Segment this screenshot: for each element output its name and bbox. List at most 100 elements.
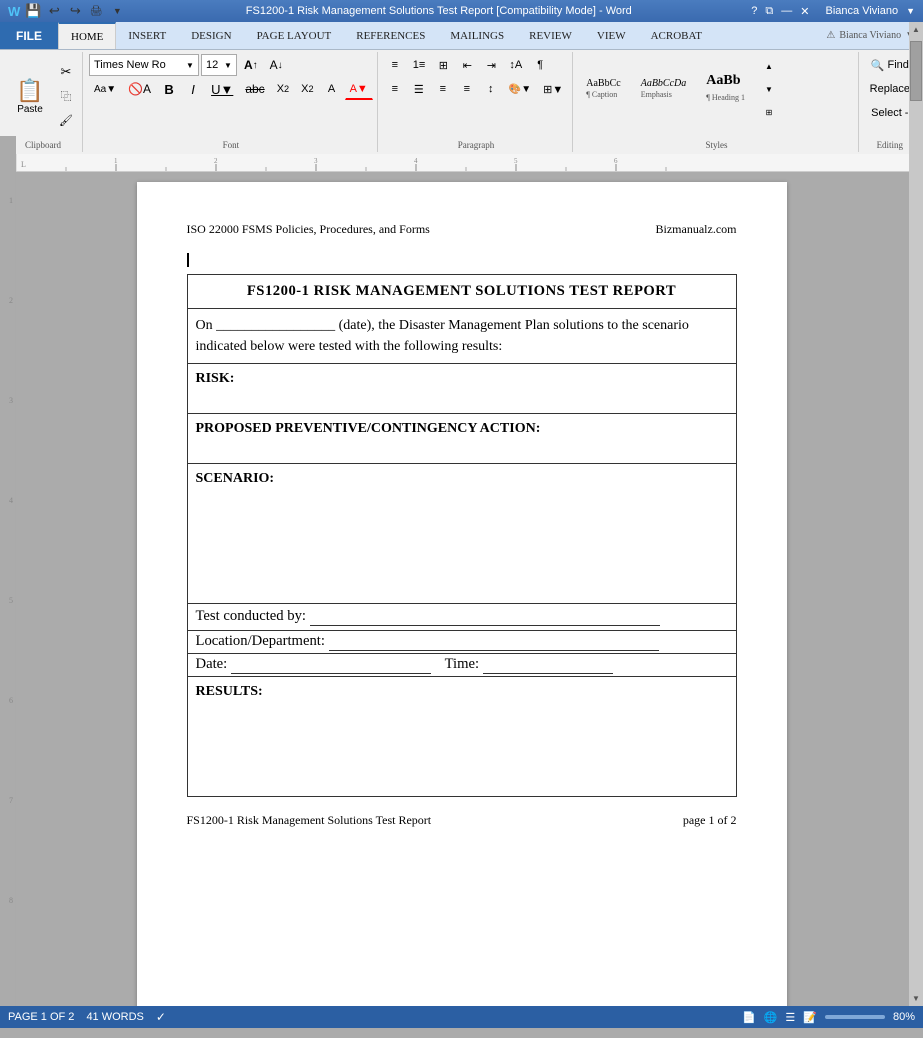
svg-text:4: 4 [414,157,418,165]
borders-button[interactable]: ⊞▼ [538,78,568,100]
change-case-button[interactable]: Aa▼ [89,78,121,100]
font-selector[interactable]: Times New Ro ▼ [89,54,199,76]
scroll-down-arrow[interactable]: ▼ [912,991,920,1006]
page-info: PAGE 1 OF 2 [8,1011,74,1023]
font-color-button[interactable]: A▼ [345,78,373,100]
superscript-button[interactable]: X2 [296,78,318,100]
underline-button[interactable]: U▼ [206,78,238,100]
svg-text:5: 5 [514,157,518,165]
titlebar: W 💾 ↩ ↪ 🖨 ▼ FS1200-1 Risk Management Sol… [0,0,923,22]
paragraph-group: ≡ 1≡ ⊞ ⇤ ⇥ ↕A ¶ ≡ ☰ ≡ ≡ ↕ 🎨▼ ⊞▼ Paragrap… [380,52,573,152]
numbering-button[interactable]: 1≡ [408,54,431,76]
copy-button[interactable]: ⿻ [54,85,78,107]
replace-button[interactable]: Replace [865,78,915,100]
decrease-indent-button[interactable]: ⇤ [456,54,478,76]
statusbar-left: PAGE 1 OF 2 41 WORDS ✓ [8,1010,166,1024]
left-margin: 1 2 3 4 5 6 7 8 [0,136,16,1006]
ruler-svg: L 1 2 3 4 5 6 [16,154,909,171]
svg-text:L: L [21,160,26,169]
user-dropdown-icon[interactable]: ▼ [906,6,915,16]
find-button[interactable]: 🔍 Find [865,54,915,76]
user-name: Bianca Viviano [826,5,899,17]
bold-button[interactable]: B [158,78,180,100]
grow-font-button[interactable]: A↑ [239,54,263,76]
statusbar-right: 📄 🌐 ☰ 📝 80% [742,1011,915,1024]
page-header: ISO 22000 FSMS Policies, Procedures, and… [187,222,737,237]
align-left-button[interactable]: ≡ [384,78,406,100]
increase-indent-button[interactable]: ⇥ [480,54,502,76]
tab-references[interactable]: REFERENCES [344,22,438,49]
line-spacing-button[interactable]: ↕ [480,78,502,100]
strikethrough-button[interactable]: abc [240,78,269,100]
italic-button[interactable]: I [182,78,204,100]
format-painter-button[interactable]: 🖌 [54,109,78,131]
font-dropdown-icon[interactable]: ▼ [186,61,194,70]
file-tab[interactable]: FILE [0,22,58,49]
cut-button[interactable]: ✂ [54,61,78,83]
undo-icon[interactable]: ↩ [45,2,63,20]
print-preview-icon[interactable]: 🖨 [87,2,105,20]
proposed-cell: PROPOSED PREVENTIVE/CONTINGENCY ACTION: [187,414,736,464]
document-table: FS1200-1 RISK MANAGEMENT SOLUTIONS TEST … [187,274,737,797]
save-icon[interactable]: 💾 [24,2,42,20]
zoom-slider[interactable] [825,1015,885,1019]
view-outline-icon[interactable]: ☰ [785,1011,795,1024]
shading-button[interactable]: 🎨▼ [504,78,536,100]
results-label: RESULTS: [196,684,263,699]
styles-scroll-down[interactable]: ▼ [758,78,780,100]
view-draft-icon[interactable]: 📝 [803,1011,817,1024]
word-count: 41 WORDS [86,1011,143,1023]
proposed-label: PROPOSED PREVENTIVE/CONTINGENCY ACTION: [196,421,541,436]
sort-button[interactable]: ↕A [504,54,527,76]
proofing-icon[interactable]: ✓ [156,1010,166,1024]
view-print-icon[interactable]: 📄 [742,1011,756,1024]
bullets-button[interactable]: ≡ [384,54,406,76]
shrink-font-button[interactable]: A↓ [265,54,288,76]
scroll-up-arrow[interactable]: ▲ [912,22,920,37]
margin-mark-6: 6 [9,696,15,705]
styles-scroll-up[interactable]: ▲ [758,55,780,77]
footer-left: FS1200-1 Risk Management Solutions Test … [187,813,432,828]
multilevel-list-button[interactable]: ⊞ [432,54,454,76]
select-button[interactable]: Select - [865,102,915,124]
tab-page-layout[interactable]: PAGE LAYOUT [245,22,345,49]
style-heading1[interactable]: AaBb¶ Heading 1 [699,70,752,108]
font-size-selector[interactable]: 12 ▼ [201,54,237,76]
show-hide-button[interactable]: ¶ [529,54,551,76]
risk-label: RISK: [196,371,235,386]
scroll-thumb[interactable] [910,41,922,101]
justify-button[interactable]: ≡ [456,78,478,100]
font-size: 12 [206,59,224,71]
view-web-icon[interactable]: 🌐 [764,1011,778,1024]
minimize-btn[interactable]: — [781,5,792,17]
time-label: Time: [445,656,480,672]
footer-right: page 1 of 2 [683,813,737,828]
quick-access-toolbar: 💾 ↩ ↪ 🖨 ▼ [24,2,126,20]
scenario-label: SCENARIO: [196,471,275,486]
size-dropdown-icon[interactable]: ▼ [224,61,232,70]
text-highlight-button[interactable]: A [321,78,343,100]
tab-design[interactable]: DESIGN [179,22,244,49]
close-btn[interactable]: ✕ [800,5,809,18]
tab-view[interactable]: VIEW [585,22,639,49]
style-caption[interactable]: AaBbCc¶ Caption [579,75,627,103]
editing-label: Editing [865,138,915,150]
tab-acrobat[interactable]: ACROBAT [639,22,715,49]
style-emphasis[interactable]: AaBbCcDaEmphasis [634,75,694,103]
subscript-button[interactable]: X2 [272,78,294,100]
tab-review[interactable]: REVIEW [517,22,585,49]
tab-insert[interactable]: INSERT [116,22,179,49]
scenario-row: SCENARIO: [187,464,736,604]
help-btn[interactable]: ? [751,5,757,17]
align-right-button[interactable]: ≡ [432,78,454,100]
cursor [187,253,737,270]
tab-mailings[interactable]: MAILINGS [438,22,517,49]
clear-formatting-button[interactable]: 🚫A [123,78,156,100]
tab-home[interactable]: HOME [58,22,116,49]
redo-icon[interactable]: ↪ [66,2,84,20]
align-center-button[interactable]: ☰ [408,78,430,100]
styles-expand[interactable]: ⊞ [758,101,780,123]
customize-icon[interactable]: ▼ [108,2,126,20]
paste-button[interactable]: 📋 Paste [8,74,52,118]
restore-btn[interactable]: ⧉ [765,5,773,18]
